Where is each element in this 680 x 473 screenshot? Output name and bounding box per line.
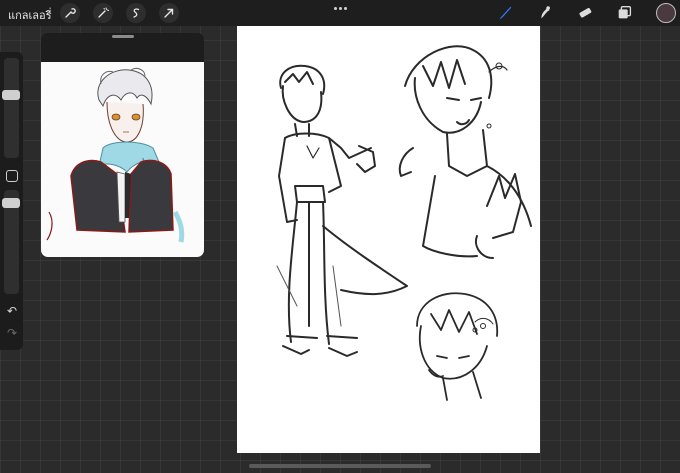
transform-arrow-icon	[164, 8, 174, 18]
canvas-sketches	[276, 45, 532, 401]
sketch-bust	[398, 45, 532, 259]
modify-button[interactable]	[6, 170, 18, 182]
opacity-slider[interactable]	[2, 190, 20, 294]
eraser-icon	[579, 8, 592, 18]
reference-image	[41, 62, 204, 257]
brush-size-slider[interactable]	[2, 58, 20, 158]
actions-button[interactable]	[60, 3, 80, 23]
smudge-icon	[541, 6, 550, 19]
brush-button[interactable]	[494, 3, 516, 23]
transform-button[interactable]	[159, 3, 179, 23]
sketch-full-body	[276, 64, 408, 357]
gallery-button[interactable]: แกลเลอรี่	[8, 6, 52, 24]
top-toolbar: แกลเลอรี่	[0, 0, 680, 26]
sketch-head	[416, 292, 499, 401]
reference-sketch	[46, 67, 185, 243]
brush-size-thumb[interactable]	[2, 90, 20, 100]
wrench-icon	[65, 8, 76, 18]
drawing-canvas[interactable]	[237, 26, 540, 453]
brush-icon	[499, 6, 512, 20]
selection-icon	[133, 8, 140, 18]
color-swatch[interactable]	[656, 3, 676, 23]
opacity-thumb[interactable]	[2, 198, 20, 208]
layers-button[interactable]	[614, 3, 636, 23]
undo-icon[interactable]: ↶	[5, 304, 19, 318]
reference-window[interactable]	[41, 33, 204, 257]
reference-drag-handle[interactable]	[112, 35, 134, 38]
more-options-icon[interactable]	[332, 4, 348, 12]
layers-icon	[618, 6, 632, 19]
redo-icon[interactable]: ↷	[5, 326, 19, 340]
magic-wand-icon	[98, 7, 109, 18]
smudge-button[interactable]	[534, 3, 556, 23]
left-sidebar: ↶ ↷	[0, 52, 23, 350]
eraser-button[interactable]	[574, 3, 596, 23]
adjustments-button[interactable]	[93, 3, 113, 23]
selection-button[interactable]	[126, 3, 146, 23]
home-indicator	[249, 464, 431, 468]
